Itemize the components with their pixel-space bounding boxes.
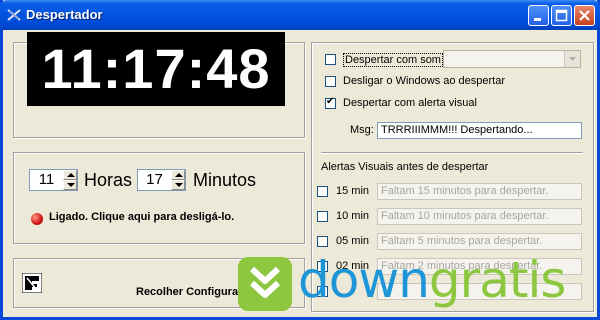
section-divider	[321, 152, 583, 154]
alarm-app-icon	[7, 9, 21, 21]
hours-label: Horas	[84, 170, 133, 190]
wake-sound-checkbox[interactable]	[325, 54, 336, 65]
alert-05-label[interactable]: 05 min	[336, 235, 369, 247]
watermark-text-down: down	[298, 251, 430, 309]
hours-spinner[interactable]: 11	[29, 169, 78, 191]
maximize-icon	[555, 9, 568, 22]
alert-15-label[interactable]: 15 min	[336, 185, 369, 197]
watermark: downgratis	[238, 251, 600, 320]
arrow-down-icon	[67, 183, 75, 187]
minutes-value[interactable]: 17	[138, 170, 171, 190]
watermark-logo: downgratis	[298, 251, 566, 309]
chevron-down-icon	[569, 57, 576, 61]
maximize-button[interactable]	[551, 5, 572, 26]
download-badge-icon	[238, 257, 292, 311]
alarm-status-link[interactable]: Ligado. Clique aqui para desligá-lo.	[49, 211, 234, 223]
sound-select[interactable]	[443, 50, 581, 68]
minimize-icon	[534, 18, 541, 21]
close-button[interactable]	[574, 5, 595, 26]
alert-05-checkbox[interactable]	[317, 236, 328, 247]
alert-10-checkbox[interactable]	[317, 211, 328, 222]
watermark-text-gratis: gratis	[428, 251, 566, 309]
shutdown-checkbox[interactable]	[325, 76, 336, 87]
arrow-down-icon	[175, 183, 183, 187]
alert-10-input[interactable]: Faltam 10 minutos para despertar.	[377, 208, 582, 225]
alert-10-label[interactable]: 10 min	[336, 210, 369, 222]
arrow-up-icon	[175, 173, 183, 177]
arrow-up-icon	[67, 173, 75, 177]
window-title: Despertador	[26, 7, 103, 22]
status-indicator-icon[interactable]	[31, 213, 43, 225]
clock-display: 11:17:48	[27, 32, 285, 106]
alarm-time-panel	[13, 152, 305, 244]
msg-label: Msg:	[350, 124, 374, 136]
title-bar[interactable]: Despertador	[0, 0, 600, 30]
hours-down-button[interactable]	[63, 180, 77, 190]
visual-alerts-heading: Alertas Visuais antes de despertar	[321, 161, 489, 173]
close-icon	[579, 10, 590, 21]
message-input[interactable]: TRRRIIIMMM!!! Despertando...	[377, 122, 582, 139]
wake-sound-label[interactable]: Despertar com som	[343, 53, 443, 67]
hours-value[interactable]: 11	[30, 170, 63, 190]
program-logo-icon[interactable]	[22, 273, 42, 293]
minutes-spinner[interactable]: 17	[137, 169, 186, 191]
minutes-up-button[interactable]	[171, 170, 185, 180]
minutes-label: Minutos	[193, 170, 257, 190]
alert-15-checkbox[interactable]	[317, 186, 328, 197]
hours-up-button[interactable]	[63, 170, 77, 180]
alert-15-input[interactable]: Faltam 15 minutos para despertar.	[377, 183, 582, 200]
minutes-down-button[interactable]	[171, 180, 185, 190]
visual-alert-checkbox[interactable]	[325, 96, 336, 109]
shutdown-label[interactable]: Desligar o Windows ao despertar	[343, 75, 505, 87]
alert-05-input[interactable]: Faltam 5 minutos para despertar.	[377, 233, 582, 250]
minimize-button[interactable]	[528, 5, 549, 26]
visual-alert-label[interactable]: Despertar com alerta visual	[343, 97, 477, 109]
